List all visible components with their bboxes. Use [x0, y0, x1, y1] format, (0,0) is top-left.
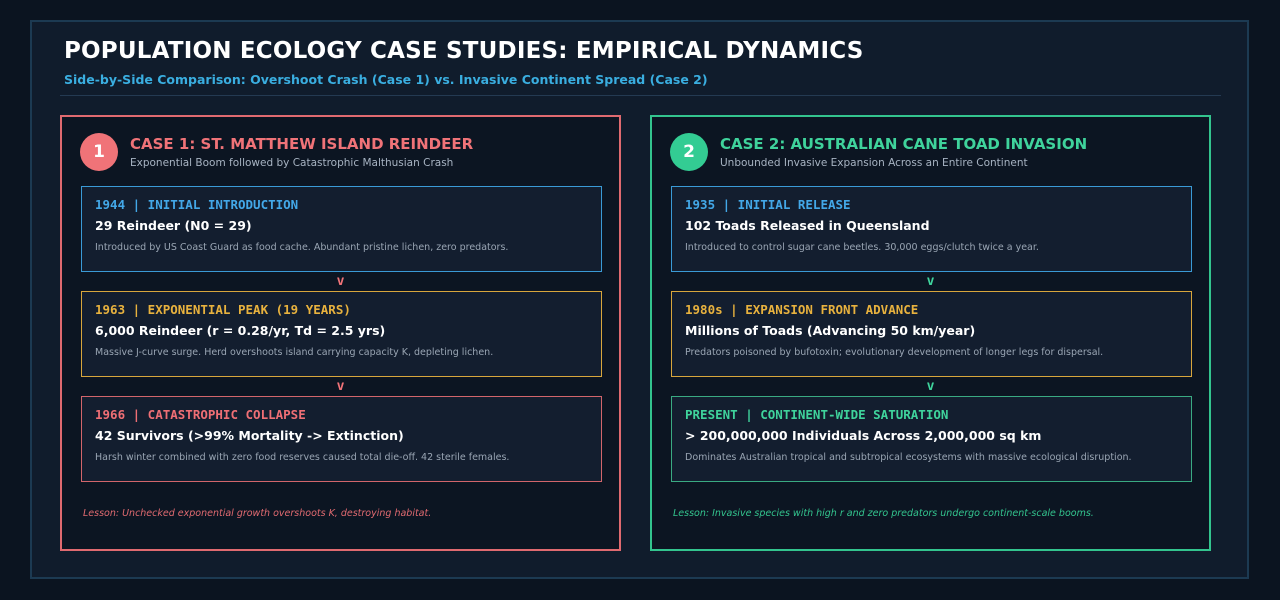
case1-step-introduction: 1944 | INITIAL INTRODUCTION 29 Reindeer …: [81, 186, 602, 272]
case1-title: CASE 1: ST. MATTHEW ISLAND REINDEER: [130, 135, 474, 153]
case1-lesson: Lesson: Unchecked exponential growth ove…: [83, 508, 432, 519]
step-heading: 1980s | EXPANSION FRONT ADVANCE: [685, 302, 919, 317]
case2-subtitle: Unbounded Invasive Expansion Across an E…: [720, 157, 1028, 169]
flow-arrow: v: [336, 379, 345, 394]
step-description: Introduced to control sugar cane beetles…: [685, 242, 1039, 253]
case1-number-badge: 1: [80, 133, 118, 171]
case1-panel: 1 CASE 1: ST. MATTHEW ISLAND REINDEER Ex…: [60, 115, 621, 551]
step-heading: 1935 | INITIAL RELEASE: [685, 197, 851, 212]
flow-arrow: v: [336, 274, 345, 289]
case2-lesson: Lesson: Invasive species with high r and…: [673, 508, 1094, 519]
case2-number-badge: 2: [670, 133, 708, 171]
step-heading: PRESENT | CONTINENT-WIDE SATURATION: [685, 407, 949, 422]
step-description: Harsh winter combined with zero food res…: [95, 452, 510, 463]
header-divider: [60, 95, 1221, 96]
flow-arrow: v: [926, 379, 935, 394]
case2-step-release: 1935 | INITIAL RELEASE 102 Toads Release…: [671, 186, 1192, 272]
page-title: POPULATION ECOLOGY CASE STUDIES: EMPIRIC…: [64, 38, 864, 64]
case1-step-collapse: 1966 | CATASTROPHIC COLLAPSE 42 Survivor…: [81, 396, 602, 482]
step-value: 42 Survivors (>99% Mortality -> Extincti…: [95, 428, 404, 443]
step-heading: 1966 | CATASTROPHIC COLLAPSE: [95, 407, 306, 422]
step-heading: 1944 | INITIAL INTRODUCTION: [95, 197, 299, 212]
case2-step-saturation: PRESENT | CONTINENT-WIDE SATURATION > 20…: [671, 396, 1192, 482]
step-description: Massive J-curve surge. Herd overshoots i…: [95, 347, 494, 358]
step-description: Introduced by US Coast Guard as food cac…: [95, 242, 509, 253]
case1-step-peak: 1963 | EXPONENTIAL PEAK (19 YEARS) 6,000…: [81, 291, 602, 377]
step-value: Millions of Toads (Advancing 50 km/year): [685, 323, 976, 338]
step-value: > 200,000,000 Individuals Across 2,000,0…: [685, 428, 1042, 443]
step-description: Dominates Australian tropical and subtro…: [685, 452, 1132, 463]
step-value: 29 Reindeer (N0 = 29): [95, 218, 252, 233]
flow-arrow: v: [926, 274, 935, 289]
case2-step-expansion: 1980s | EXPANSION FRONT ADVANCE Millions…: [671, 291, 1192, 377]
page-subtitle: Side-by-Side Comparison: Overshoot Crash…: [64, 72, 708, 87]
step-heading: 1963 | EXPONENTIAL PEAK (19 YEARS): [95, 302, 351, 317]
step-value: 6,000 Reindeer (r = 0.28/yr, Td = 2.5 yr…: [95, 323, 386, 338]
step-description: Predators poisoned by bufotoxin; evoluti…: [685, 347, 1104, 358]
case1-subtitle: Exponential Boom followed by Catastrophi…: [130, 157, 454, 169]
case2-panel: 2 CASE 2: AUSTRALIAN CANE TOAD INVASION …: [650, 115, 1211, 551]
case2-title: CASE 2: AUSTRALIAN CANE TOAD INVASION: [720, 135, 1088, 153]
step-value: 102 Toads Released in Queensland: [685, 218, 930, 233]
